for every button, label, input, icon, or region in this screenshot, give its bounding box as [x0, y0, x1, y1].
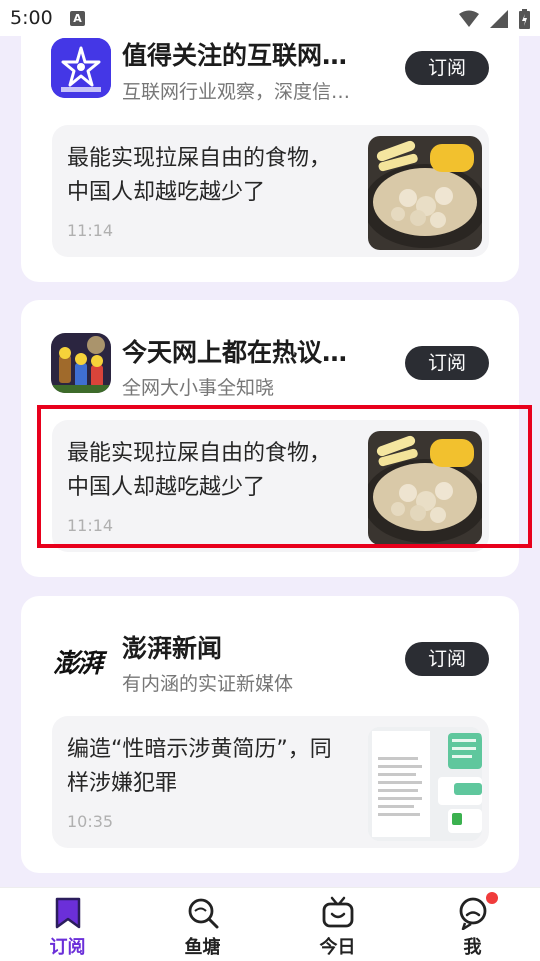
- article-time: 11:14: [67, 516, 114, 535]
- tab-label: 订阅: [49, 937, 86, 958]
- channel-card: 澎湃 澎湃新闻 有内涵的实证新媒体 订阅 编造“性暗示涉黄简历”，同样涉嫌犯罪 …: [21, 596, 519, 873]
- status-icons: [453, 8, 530, 29]
- channel-description: 有内涵的实证新媒体: [122, 673, 294, 695]
- tab-label: 鱼塘: [184, 937, 221, 958]
- article-thumbnail: [368, 727, 482, 841]
- channel-name[interactable]: 澎湃新闻: [122, 629, 382, 665]
- tab-me[interactable]: 我: [405, 888, 540, 961]
- cartoon-logo-icon: [51, 333, 111, 393]
- tab-today[interactable]: 今日: [270, 888, 405, 961]
- channel-name[interactable]: 值得关注的互联网…: [122, 36, 382, 72]
- channel-description: 互联网行业观察，深度信…: [122, 81, 351, 103]
- channel-card: 值得关注的互联网… 互联网行业观察，深度信… 订阅 最能实现拉屎自由的食物，中国…: [21, 0, 519, 282]
- tab-subscribe[interactable]: 订阅: [0, 888, 135, 961]
- channel-logo[interactable]: [51, 333, 111, 393]
- status-time: 5:00: [10, 7, 53, 29]
- soup-food-image: [368, 431, 482, 545]
- article-title: 编造“性暗示涉黄简历”，同样涉嫌犯罪: [67, 737, 332, 796]
- chat-screenshot-image: [368, 727, 482, 841]
- bottom-tab-bar: 订阅 鱼塘 今日 我: [0, 887, 540, 961]
- notification-icon: A: [70, 11, 85, 26]
- channel-description: 全网大小事全知晓: [122, 377, 275, 399]
- article-title: 最能实现拉屎自由的食物，中国人却越吃越少了: [67, 441, 332, 500]
- wifi-icon: [458, 10, 479, 27]
- subscribe-button[interactable]: 订阅: [405, 51, 489, 85]
- notification-badge: [486, 892, 498, 904]
- channel-logo[interactable]: 澎湃: [51, 629, 111, 689]
- article-thumbnail: [368, 431, 482, 545]
- channel-card: 今天网上都在热议… 全网大小事全知晓 订阅 最能实现拉屎自由的食物，中国人却越吃…: [21, 300, 519, 577]
- article-time: 11:14: [67, 221, 114, 240]
- article-item[interactable]: 最能实现拉屎自由的食物，中国人却越吃越少了 11:14: [52, 420, 489, 552]
- profile-chat-icon: [459, 897, 486, 930]
- signal-icon: [489, 9, 508, 28]
- star-logo-icon: [51, 38, 111, 98]
- tab-label: 今日: [319, 937, 356, 958]
- status-bar: 5:00 A: [0, 0, 540, 36]
- article-item[interactable]: 最能实现拉屎自由的食物，中国人却越吃越少了 11:14: [52, 125, 489, 257]
- article-item[interactable]: 编造“性暗示涉黄简历”，同样涉嫌犯罪 10:35: [52, 716, 489, 848]
- article-time: 10:35: [67, 812, 114, 831]
- battery-icon: [519, 8, 530, 29]
- channel-name[interactable]: 今天网上都在热议…: [122, 333, 382, 369]
- soup-food-image: [368, 136, 482, 250]
- thepaper-logo-text: 澎湃: [53, 649, 103, 679]
- subscribe-button[interactable]: 订阅: [405, 642, 489, 676]
- article-title: 最能实现拉屎自由的食物，中国人却越吃越少了: [67, 146, 332, 205]
- bookmark-icon: [55, 897, 80, 929]
- tab-pond[interactable]: 鱼塘: [135, 888, 270, 961]
- search-pond-icon: [188, 898, 218, 929]
- tv-icon: [322, 896, 353, 928]
- article-thumbnail: [368, 136, 482, 250]
- channel-logo[interactable]: [51, 38, 111, 98]
- subscribe-button[interactable]: 订阅: [405, 346, 489, 380]
- tab-label: 我: [463, 937, 482, 958]
